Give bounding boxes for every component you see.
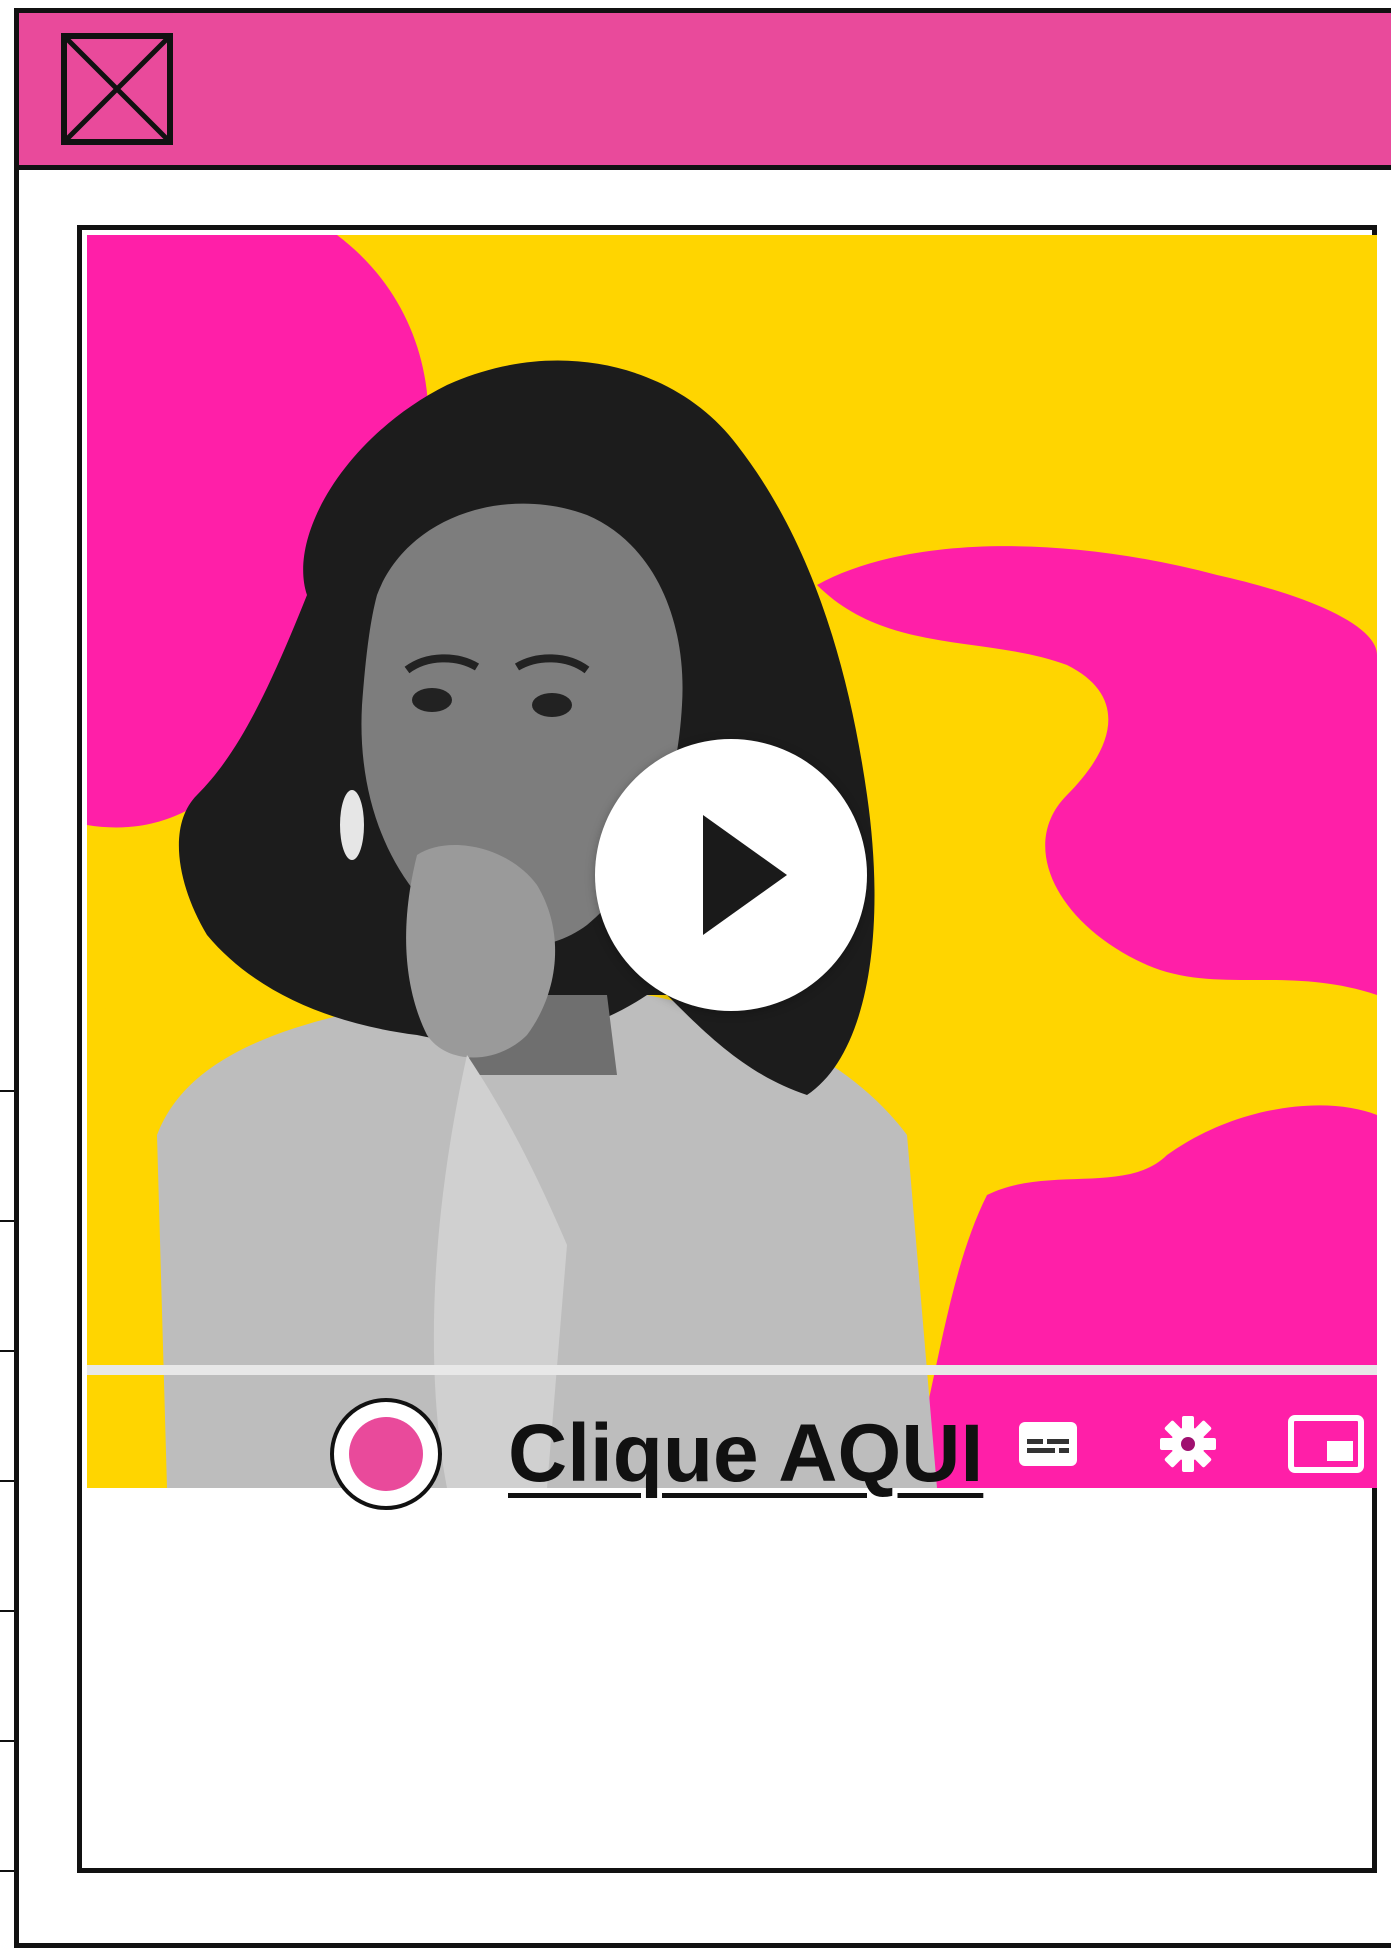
left-edge-ticks	[0, 1080, 14, 1924]
subtitles-icon	[1019, 1422, 1077, 1466]
miniplayer-icon	[1288, 1415, 1364, 1473]
video-card	[77, 225, 1377, 1873]
close-icon	[67, 39, 167, 139]
app-window	[14, 8, 1391, 1948]
settings-button[interactable]	[1157, 1413, 1219, 1475]
close-button[interactable]	[61, 33, 173, 145]
video-player[interactable]	[87, 235, 1377, 1488]
cta-radio[interactable]	[330, 1398, 442, 1510]
progress-track[interactable]	[87, 1365, 1377, 1375]
play-icon	[703, 815, 787, 935]
play-button[interactable]	[595, 739, 867, 1011]
miniplayer-button[interactable]	[1287, 1413, 1365, 1475]
subtitles-button[interactable]	[1017, 1413, 1079, 1475]
cta-link[interactable]: Clique AQUI	[508, 1398, 983, 1510]
titlebar	[19, 13, 1391, 170]
gear-icon	[1160, 1416, 1216, 1472]
radio-icon	[349, 1417, 423, 1491]
